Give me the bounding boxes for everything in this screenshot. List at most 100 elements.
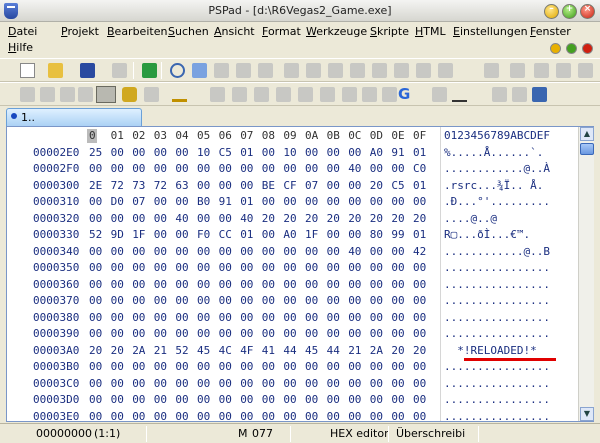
hex-byte[interactable]: 00 <box>219 245 232 258</box>
hex-byte[interactable]: 00 <box>111 146 124 159</box>
hex-byte[interactable]: 00 <box>111 377 124 390</box>
menu-html[interactable]: HTML <box>415 25 446 39</box>
undo-icon[interactable] <box>484 63 499 78</box>
hex-byte[interactable]: 00 <box>348 228 361 241</box>
hex-byte[interactable]: 00 <box>370 245 383 258</box>
find-icon[interactable] <box>170 63 185 78</box>
hex-byte[interactable]: 00 <box>197 410 210 423</box>
hex-byte[interactable]: 20 <box>305 212 318 225</box>
lowercase-icon[interactable] <box>40 87 55 102</box>
hex-byte[interactable]: 00 <box>262 228 275 241</box>
row-ascii[interactable]: ....@..@ <box>444 212 497 225</box>
hex-byte[interactable]: 52 <box>175 344 188 357</box>
tab-r6vegas2-game[interactable]: 1.. R6Vegas2_Game.exe <box>6 108 142 137</box>
row-ascii[interactable]: ................ <box>444 294 550 307</box>
hex-byte[interactable]: 00 <box>283 311 296 324</box>
hex-byte[interactable]: 00 <box>391 245 404 258</box>
hex-byte[interactable]: 00 <box>262 360 275 373</box>
hex-byte[interactable]: 00 <box>327 228 340 241</box>
hex-byte[interactable]: 4C <box>219 344 232 357</box>
globe-icon[interactable] <box>342 87 357 102</box>
hex-byte[interactable]: 00 <box>370 261 383 274</box>
hex-byte[interactable]: 44 <box>283 344 296 357</box>
hex-byte[interactable]: 01 <box>240 228 253 241</box>
hex-byte[interactable]: 00 <box>132 294 145 307</box>
hex-byte[interactable]: 00 <box>219 393 232 406</box>
hex-byte[interactable]: 25 <box>89 146 102 159</box>
open-folder-icon[interactable] <box>48 63 63 78</box>
hex-byte[interactable]: 00 <box>154 278 167 291</box>
hex-byte[interactable]: 00 <box>154 377 167 390</box>
menu-projekt[interactable]: Projekt <box>61 25 99 39</box>
hex-byte[interactable]: 00 <box>262 195 275 208</box>
hex-byte[interactable]: 00 <box>175 261 188 274</box>
hex-byte[interactable]: 00 <box>240 294 253 307</box>
hex-byte[interactable]: 00 <box>391 261 404 274</box>
hex-byte[interactable]: 00 <box>413 327 426 340</box>
project-tree-icon[interactable] <box>142 63 157 78</box>
hex-byte[interactable]: 00 <box>327 146 340 159</box>
hex-byte[interactable]: 00 <box>413 377 426 390</box>
hex-byte[interactable]: 20 <box>283 212 296 225</box>
row-ascii[interactable]: ................ <box>444 360 550 373</box>
hex-byte[interactable]: 00 <box>327 162 340 175</box>
hex-byte[interactable]: 00 <box>283 261 296 274</box>
hex-byte[interactable]: 00 <box>175 162 188 175</box>
outdent-icon[interactable] <box>78 87 93 102</box>
mdi-minimize-button[interactable] <box>550 43 561 54</box>
image-icon[interactable] <box>254 87 269 102</box>
menu-datei[interactable]: Datei <box>8 25 37 39</box>
row-ascii[interactable]: .Ð...°'......... <box>444 195 550 208</box>
hex-byte[interactable]: 20 <box>327 212 340 225</box>
hex-byte[interactable]: 44 <box>327 344 340 357</box>
hex-byte[interactable]: 00 <box>219 212 232 225</box>
menu-fenster[interactable]: Fenster <box>530 25 571 39</box>
menu-einstellungen[interactable]: Einstellungen <box>453 25 528 39</box>
hex-byte[interactable]: 00 <box>89 410 102 423</box>
lock-icon[interactable] <box>122 87 137 102</box>
hex-byte[interactable]: 01 <box>413 179 426 192</box>
hex-row[interactable]: 00002F0 00 00 00 00 00 00 00 00 00 00 00 00 40 00 00 C0.… <box>7 161 573 176</box>
hex-byte[interactable]: 00 <box>327 195 340 208</box>
hex-byte[interactable]: 00 <box>370 294 383 307</box>
hex-byte[interactable]: 00 <box>154 146 167 159</box>
hex-byte[interactable]: 00 <box>132 278 145 291</box>
row-ascii[interactable]: ................ <box>444 377 550 390</box>
row-ascii[interactable]: .rsrc...¾Ï.. Å. <box>444 179 543 192</box>
hex-view-toggle-icon[interactable] <box>96 86 116 103</box>
hex-byte[interactable]: 00 <box>240 393 253 406</box>
hex-byte[interactable]: 00 <box>111 294 124 307</box>
hex-byte[interactable]: 00 <box>327 261 340 274</box>
hex-byte[interactable]: 00 <box>413 393 426 406</box>
hex-byte[interactable]: 00 <box>219 278 232 291</box>
monitor-icon[interactable] <box>532 87 547 102</box>
hex-byte[interactable]: 00 <box>111 393 124 406</box>
indent-icon[interactable] <box>60 87 75 102</box>
hex-byte[interactable]: 00 <box>305 410 318 423</box>
hex-byte[interactable]: 00 <box>370 360 383 373</box>
hex-byte[interactable]: 00 <box>89 360 102 373</box>
row-ascii[interactable]: *!RELOADED!* <box>444 344 550 357</box>
hex-byte[interactable]: 00 <box>197 294 210 307</box>
html-tag-icon[interactable] <box>210 87 225 102</box>
row-ascii[interactable]: %.....Å......`. <box>444 146 543 159</box>
hex-byte[interactable]: 00 <box>154 245 167 258</box>
record-macro-icon[interactable] <box>438 63 453 78</box>
hex-byte[interactable]: 00 <box>305 162 318 175</box>
hex-row[interactable]: 0000310 00 D0 07 00 00 B0 91 01 00 00 00 00 00 00 00 00.… <box>7 194 573 209</box>
hex-byte[interactable]: 00 <box>240 245 253 258</box>
row-ascii[interactable]: ................ <box>444 410 550 423</box>
hex-byte[interactable]: 00 <box>240 377 253 390</box>
menu-format[interactable]: Format <box>262 25 301 39</box>
uppercase-icon[interactable] <box>20 87 35 102</box>
hex-byte[interactable]: 00 <box>391 162 404 175</box>
hex-byte[interactable]: 20 <box>262 212 275 225</box>
hex-byte[interactable]: 20 <box>89 344 102 357</box>
hex-byte[interactable]: 00 <box>370 327 383 340</box>
html-icon[interactable] <box>298 87 313 102</box>
hex-byte[interactable]: D0 <box>111 195 124 208</box>
hex-byte[interactable]: 00 <box>219 294 232 307</box>
hex-byte[interactable]: 00 <box>111 261 124 274</box>
hex-byte[interactable]: 00 <box>111 245 124 258</box>
hex-byte[interactable]: 00 <box>305 360 318 373</box>
